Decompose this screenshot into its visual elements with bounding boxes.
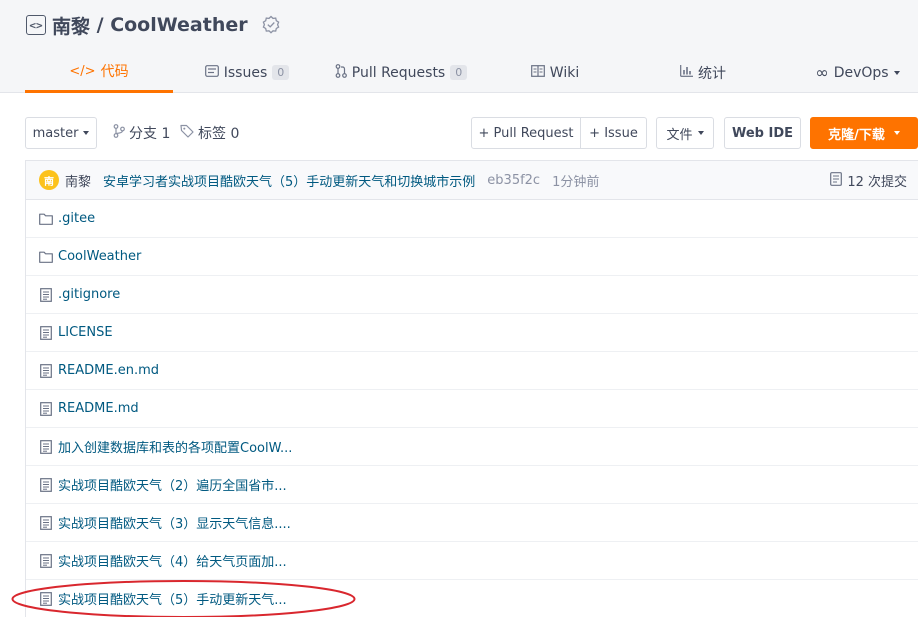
branch-select[interactable]: master [25, 117, 97, 149]
file-row: LICENSE [26, 314, 918, 352]
commit-hash-link[interactable]: eb35f2c [487, 173, 540, 188]
chevron-down-icon [83, 131, 90, 135]
infinity-icon: ∞ [815, 63, 829, 82]
branches-label: 分支 1 [129, 126, 171, 142]
file-row: 实战项目酷欧天气（3）显示天气信息.... [26, 504, 918, 542]
web-ide-button[interactable]: Web IDE [724, 117, 801, 149]
file-icon [39, 401, 53, 416]
issues-icon [204, 64, 219, 81]
file-name-link[interactable]: README.en.md [58, 363, 159, 378]
tab-wiki[interactable]: Wiki [481, 52, 629, 93]
branches-link[interactable]: 分支 1 [113, 124, 170, 142]
tab-code[interactable]: </> 代码 [25, 52, 173, 93]
clone-download-button[interactable]: 克隆/下载 [810, 117, 918, 149]
file-icon [39, 477, 53, 492]
file-icon [39, 591, 53, 606]
tab-stats-label: 统计 [698, 65, 726, 82]
tags-link[interactable]: 标签 0 [180, 124, 239, 142]
new-pull-request-button[interactable]: + Pull Request [471, 117, 581, 149]
file-name-link[interactable]: README.md [58, 401, 139, 416]
commit-message-link[interactable]: 安卓学习者实战项目酷欧天气（5）手动更新天气和切换城市示例 [103, 171, 475, 190]
branch-icon [113, 124, 125, 142]
file-name-link[interactable]: 实战项目酷欧天气（4）给天气页面加... [58, 551, 287, 570]
tab-issues-label: Issues [223, 64, 268, 81]
files-dropdown-label: 文件 [666, 127, 693, 143]
pull-request-icon [335, 63, 347, 82]
issues-count-badge: 0 [272, 65, 290, 80]
tab-wiki-label: Wiki [549, 64, 580, 81]
tab-code-label: 代码 [100, 64, 129, 80]
chart-icon [680, 64, 693, 81]
file-icon [39, 439, 53, 454]
commit-time: 1分钟前 [552, 174, 600, 190]
file-rows: .gitee CoolWeather .gitignore LICENSE README… [26, 200, 918, 617]
file-row: .gitee [26, 200, 918, 238]
repo-tabs: </> 代码 Issues 0 Pull Requests 0 Wiki 统计 … [0, 52, 918, 93]
file-row: .gitignore [26, 276, 918, 314]
file-row: README.en.md [26, 352, 918, 390]
file-list: 南 南黎 安卓学习者实战项目酷欧天气（5）手动更新天气和切换城市示例 eb35f… [25, 160, 918, 617]
commit-author-link[interactable]: 南黎 [65, 171, 91, 190]
new-issue-label: + Issue [589, 125, 638, 141]
avatar[interactable]: 南 [39, 170, 59, 190]
new-issue-button[interactable]: + Issue [580, 117, 647, 149]
file-icon [39, 363, 53, 378]
clone-download-label: 克隆/下载 [828, 127, 885, 143]
folder-icon [39, 250, 53, 264]
recommend-badge-icon[interactable] [260, 14, 282, 36]
file-name-link[interactable]: .gitignore [58, 287, 120, 302]
file-name-link[interactable]: 加入创建数据库和表的各项配置CoolW... [58, 437, 292, 456]
file-row: 实战项目酷欧天气（5）手动更新天气... [26, 580, 918, 617]
file-row: README.md [26, 390, 918, 428]
tab-pull-requests-label: Pull Requests [351, 64, 446, 81]
branch-select-label: master [32, 125, 79, 141]
file-name-link[interactable]: .gitee [58, 211, 95, 226]
file-row: 实战项目酷欧天气（4）给天气页面加... [26, 542, 918, 580]
files-dropdown-button[interactable]: 文件 [656, 117, 714, 149]
tab-stats[interactable]: 统计 [629, 52, 777, 93]
commit-count-label: 12 次提交 [847, 175, 907, 190]
repo-owner-link[interactable]: 南黎 [52, 12, 90, 39]
file-name-link[interactable]: CoolWeather [58, 249, 141, 264]
file-icon [39, 287, 53, 302]
file-row: 实战项目酷欧天气（2）遍历全国省市... [26, 466, 918, 504]
tab-pull-requests[interactable]: Pull Requests 0 [321, 52, 481, 93]
commit-count-link[interactable]: 12 次提交 [830, 171, 907, 190]
new-pull-request-label: + Pull Request [478, 125, 574, 141]
tag-icon [180, 124, 194, 142]
file-row: CoolWeather [26, 238, 918, 276]
chevron-down-icon [893, 70, 900, 75]
repo-title: <> 南黎 / CoolWeather [26, 12, 282, 38]
latest-commit-bar: 南 南黎 安卓学习者实战项目酷欧天气（5）手动更新天气和切换城市示例 eb35f… [26, 161, 918, 200]
repo-separator: / [90, 14, 111, 36]
repo-header: <> 南黎 / CoolWeather </> 代码 Issues 0 Pull… [0, 0, 918, 93]
repo-name-link[interactable]: CoolWeather [110, 14, 247, 36]
file-icon [39, 325, 53, 340]
code-icon: </> [69, 63, 96, 79]
web-ide-label: Web IDE [731, 125, 794, 141]
file-name-link[interactable]: 实战项目酷欧天气（2）遍历全国省市... [58, 475, 287, 494]
code-bracket-icon: <> [26, 15, 46, 35]
tab-devops[interactable]: ∞ DevOps [797, 52, 918, 93]
file-icon [39, 553, 53, 568]
folder-icon [39, 212, 53, 226]
file-row: 加入创建数据库和表的各项配置CoolW... [26, 428, 918, 466]
tags-label: 标签 0 [198, 126, 240, 142]
chevron-down-icon [893, 131, 900, 135]
file-icon [39, 515, 53, 530]
file-name-link[interactable]: LICENSE [58, 325, 113, 340]
tab-issues[interactable]: Issues 0 [173, 52, 321, 93]
file-name-link[interactable]: 实战项目酷欧天气（5）手动更新天气... [58, 589, 287, 608]
commits-icon [830, 171, 843, 190]
wiki-icon [530, 64, 545, 81]
tab-devops-label: DevOps [833, 64, 889, 81]
file-name-link[interactable]: 实战项目酷欧天气（3）显示天气信息.... [58, 513, 291, 532]
chevron-down-icon [697, 131, 704, 135]
pull-requests-count-badge: 0 [450, 65, 468, 80]
